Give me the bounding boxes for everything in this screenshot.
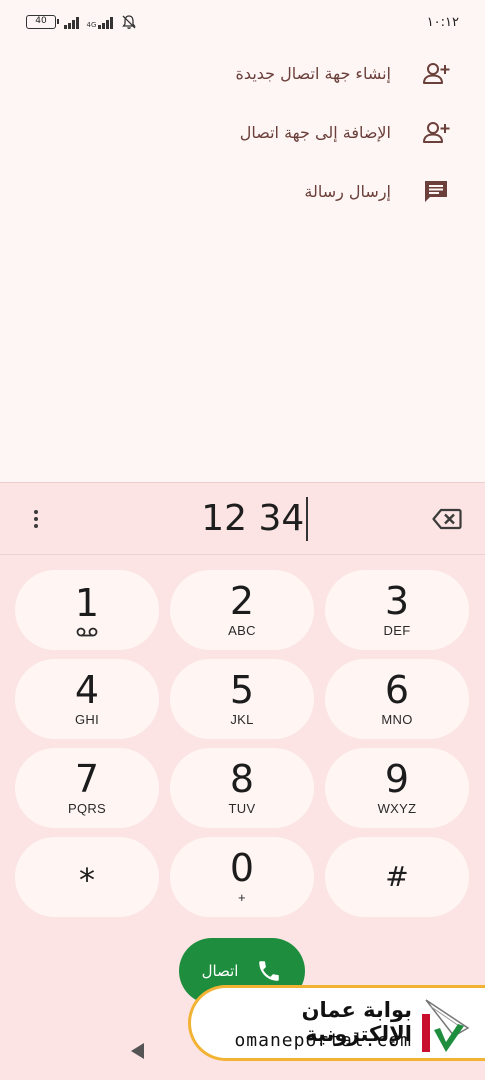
add-to-contact-action[interactable]: الإضافة إلى جهة اتصال <box>0 103 485 162</box>
key-digit: 3 <box>384 579 410 623</box>
key-digit: 6 <box>384 668 410 712</box>
add-to-contact-label: الإضافة إلى جهة اتصال <box>239 123 391 142</box>
text-cursor <box>306 496 308 541</box>
key-letters: WXYZ <box>377 801 417 816</box>
back-triangle-icon[interactable] <box>128 1041 148 1061</box>
create-new-contact-action[interactable]: إنشاء جهة اتصال جديدة <box>0 44 485 103</box>
send-message-action[interactable]: إرسال رسالة <box>0 162 485 221</box>
key-2[interactable]: 2 ABC <box>170 570 314 650</box>
status-bar: 40 4G ١٠:١٢ <box>0 0 485 44</box>
backspace-icon <box>432 508 462 529</box>
battery-icon: 40 <box>26 15 59 29</box>
mute-bell-icon <box>122 15 136 29</box>
key-digit: # <box>385 860 409 893</box>
key-hash[interactable]: # <box>325 837 469 917</box>
call-label: اتصال <box>201 962 239 980</box>
add-person-icon <box>421 59 451 89</box>
send-message-label: إرسال رسالة <box>304 182 391 201</box>
key-letters: JKL <box>230 712 254 727</box>
voicemail-icon <box>76 627 98 637</box>
key-digit: 8 <box>229 757 255 801</box>
create-new-contact-label: إنشاء جهة اتصال جديدة <box>235 64 391 83</box>
key-1[interactable]: 1 <box>15 570 159 650</box>
key-digit: 2 <box>229 579 255 623</box>
key-0[interactable]: 0 + <box>170 837 314 917</box>
backspace-button[interactable] <box>429 504 465 534</box>
dialed-number: 12 34 <box>201 498 305 539</box>
key-letters: TUV <box>228 801 256 816</box>
key-9[interactable]: 9 WXYZ <box>325 748 469 828</box>
key-star[interactable]: * <box>15 837 159 917</box>
key-letters: MNO <box>381 712 413 727</box>
key-5[interactable]: 5 JKL <box>170 659 314 739</box>
watermark-banner: بوابة عمان الإلكترونية omaneportal.com <box>188 985 485 1061</box>
number-bar: 12 34 <box>0 483 485 555</box>
number-actions-list: إنشاء جهة اتصال جديدة الإضافة إلى جهة ات… <box>0 44 485 221</box>
key-digit: * <box>79 861 95 899</box>
key-letters: PQRS <box>67 801 107 816</box>
key-6[interactable]: 6 MNO <box>325 659 469 739</box>
key-letters: + <box>238 890 246 905</box>
signal-4g-icon: 4G <box>87 15 113 29</box>
key-digit: 4 <box>74 668 100 712</box>
battery-level: 40 <box>35 16 47 26</box>
key-letters: ABC <box>228 623 256 638</box>
key-8[interactable]: 8 TUV <box>170 748 314 828</box>
key-digit: 7 <box>74 757 100 801</box>
more-options-button[interactable] <box>26 504 46 534</box>
key-4[interactable]: 4 GHI <box>15 659 159 739</box>
key-digit: 9 <box>384 757 410 801</box>
watermark-logo <box>422 999 470 1052</box>
signal-icon <box>64 15 79 29</box>
status-icons: 40 4G <box>26 14 137 30</box>
key-3[interactable]: 3 DEF <box>325 570 469 650</box>
keypad: 1 2 ABC 3 DEF 4 GHI 5 JKL 6 MNO 7 PQRS 8… <box>15 570 470 917</box>
clock: ١٠:١٢ <box>426 14 459 30</box>
network-label: 4G <box>86 21 97 29</box>
key-digit: 0 <box>229 846 255 890</box>
watermark-url: omaneportal.com <box>234 1030 412 1051</box>
key-letters: DEF <box>383 623 411 638</box>
dialed-number-field[interactable]: 12 34 <box>201 496 308 541</box>
message-icon <box>421 177 451 207</box>
key-7[interactable]: 7 PQRS <box>15 748 159 828</box>
add-person-icon <box>421 118 451 148</box>
key-letters: GHI <box>74 712 99 727</box>
key-digit: 1 <box>74 581 100 625</box>
phone-icon <box>259 961 280 981</box>
key-digit: 5 <box>229 668 255 712</box>
